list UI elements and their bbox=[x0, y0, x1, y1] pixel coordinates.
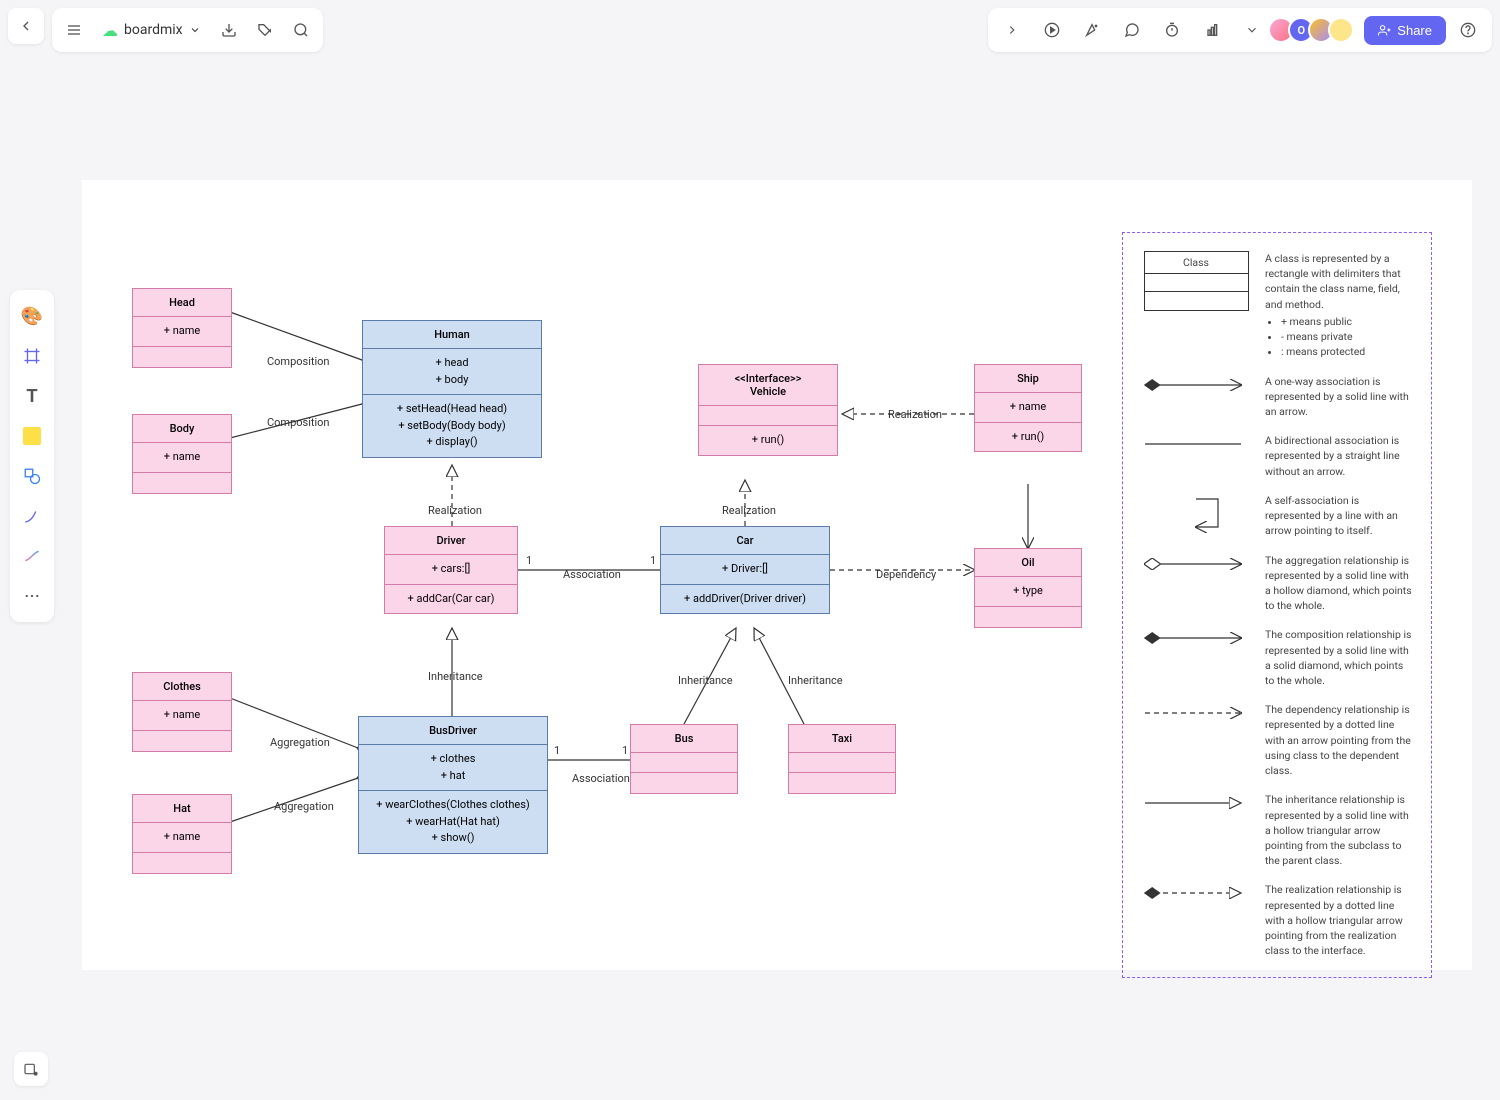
frame-button[interactable] bbox=[14, 338, 50, 374]
class-vehicle[interactable]: <<Interface>>Vehicle + run() bbox=[698, 364, 838, 456]
label: Aggregation bbox=[270, 736, 330, 749]
connector-button[interactable] bbox=[14, 538, 50, 574]
class-taxi[interactable]: Taxi bbox=[788, 724, 896, 794]
play-button[interactable] bbox=[1034, 12, 1070, 48]
class-ship[interactable]: Ship + name + run() bbox=[974, 364, 1082, 452]
label: Inheritance bbox=[788, 674, 843, 687]
class-clothes[interactable]: Clothes + name bbox=[132, 672, 232, 752]
search-button[interactable] bbox=[283, 12, 319, 48]
label: Composition bbox=[267, 355, 330, 368]
more-top-button[interactable] bbox=[1234, 12, 1270, 48]
label: Inheritance bbox=[428, 670, 483, 683]
doc-title-wrap[interactable]: ☁ boardmix bbox=[92, 21, 211, 40]
label: Composition bbox=[267, 416, 330, 429]
label: Inheritance bbox=[678, 674, 733, 687]
label: 1 bbox=[650, 554, 656, 567]
chat-button[interactable] bbox=[1114, 12, 1150, 48]
chevron-down-icon bbox=[189, 24, 201, 36]
class-human[interactable]: Human + head+ body + setHead(Head head)+… bbox=[362, 320, 542, 458]
class-head[interactable]: Head + name bbox=[132, 288, 232, 368]
text-button[interactable]: T bbox=[14, 378, 50, 414]
class-busdriver[interactable]: BusDriver + clothes+ hat + wearClothes(C… bbox=[358, 716, 548, 854]
label: 1 bbox=[622, 744, 628, 757]
more-button[interactable] bbox=[14, 578, 50, 614]
menu-button[interactable] bbox=[56, 12, 92, 48]
templates-button[interactable]: 🎨 bbox=[14, 298, 50, 334]
class-bus[interactable]: Bus bbox=[630, 724, 738, 794]
class-body[interactable]: Body + name bbox=[132, 414, 232, 494]
back-button[interactable] bbox=[8, 8, 44, 44]
label: Realization bbox=[888, 408, 942, 421]
layers-button[interactable] bbox=[14, 1052, 48, 1086]
label: Dependency bbox=[876, 568, 936, 581]
class-driver[interactable]: Driver + cars:[] + addCar(Car car) bbox=[384, 526, 518, 614]
timer-button[interactable] bbox=[1154, 12, 1190, 48]
label: 1 bbox=[554, 744, 560, 757]
tag-button[interactable] bbox=[247, 12, 283, 48]
avatar bbox=[1328, 17, 1354, 43]
class-hat[interactable]: Hat + name bbox=[132, 794, 232, 874]
label: Association bbox=[572, 772, 630, 785]
help-button[interactable] bbox=[1450, 12, 1486, 48]
sticky-button[interactable] bbox=[14, 418, 50, 454]
download-button[interactable] bbox=[211, 12, 247, 48]
doc-title: boardmix bbox=[124, 22, 183, 38]
class-car[interactable]: Car + Driver:[] + addDriver(Driver drive… bbox=[660, 526, 830, 614]
pen-button[interactable] bbox=[14, 498, 50, 534]
canvas[interactable]: Head + name Body + name Human + head+ bo… bbox=[82, 180, 1472, 970]
label: Association bbox=[563, 568, 621, 581]
tool-sidebar: 🎨 T bbox=[10, 290, 54, 622]
shape-button[interactable] bbox=[14, 458, 50, 494]
label: Aggregation bbox=[274, 800, 334, 813]
cloud-icon: ☁ bbox=[102, 21, 118, 40]
chart-button[interactable] bbox=[1194, 12, 1230, 48]
collapse-button[interactable] bbox=[994, 12, 1030, 48]
label: Realization bbox=[428, 504, 482, 517]
class-oil[interactable]: Oil + type bbox=[974, 548, 1082, 628]
confetti-button[interactable] bbox=[1074, 12, 1110, 48]
label: 1 bbox=[526, 554, 532, 567]
avatars[interactable]: O bbox=[1274, 17, 1354, 43]
legend: Class A class is represented by a rectan… bbox=[1122, 232, 1432, 978]
share-button[interactable]: Share bbox=[1364, 16, 1446, 45]
label: Realization bbox=[722, 504, 776, 517]
